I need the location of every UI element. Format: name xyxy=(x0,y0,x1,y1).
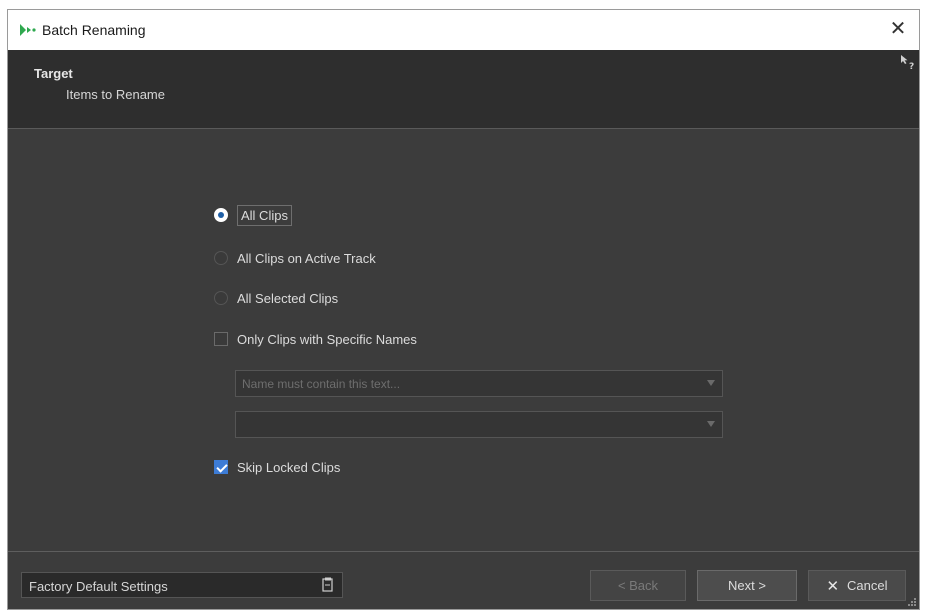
target-options-panel: All Clips All Clips on Active Track All … xyxy=(8,130,919,551)
close-icon[interactable]: ✕ xyxy=(887,18,909,40)
dropdown-arrow-icon xyxy=(707,421,715,427)
only-specific-names-label: Only Clips with Specific Names xyxy=(237,331,417,347)
page-title: Target xyxy=(34,66,73,81)
all-selected-clips-label: All Selected Clips xyxy=(237,290,339,306)
next-button[interactable]: Next > xyxy=(697,570,797,601)
batch-renaming-dialog: Batch Renaming ✕ Target Items to Rename … xyxy=(7,9,920,610)
preset-file-icon[interactable] xyxy=(322,577,334,593)
whats-this-help-icon[interactable]: ? xyxy=(899,54,917,72)
back-button[interactable]: < Back xyxy=(590,570,686,601)
all-clips-active-track-label: All Clips on Active Track xyxy=(237,250,376,266)
checkbox-checked[interactable] xyxy=(214,460,228,474)
skip-locked-clips-label: Skip Locked Clips xyxy=(237,459,341,475)
all-clips-label: All Clips xyxy=(237,204,292,226)
dialog-footer: Factory Default Settings < Back Next > ✕… xyxy=(8,551,919,609)
cancel-label: Cancel xyxy=(847,578,888,593)
name-condition-placeholder: Name must contain this text... xyxy=(242,377,401,391)
checkbox-only-specific-names[interactable]: Only Clips with Specific Names xyxy=(214,328,417,350)
radio-button[interactable] xyxy=(214,251,228,265)
radio-button[interactable] xyxy=(214,291,228,305)
cancel-x-icon: ✕ xyxy=(826,577,840,595)
radio-button-selected[interactable] xyxy=(214,208,228,222)
name-text-combo[interactable] xyxy=(235,411,723,438)
page-subtitle: Items to Rename xyxy=(66,87,165,102)
radio-all-clips-active-track[interactable]: All Clips on Active Track xyxy=(214,247,376,269)
cancel-button[interactable]: ✕ Cancel xyxy=(808,570,906,601)
resize-grip-icon[interactable] xyxy=(907,597,917,607)
app-logo-icon xyxy=(20,24,36,36)
svg-text:?: ? xyxy=(909,62,914,72)
checkbox[interactable] xyxy=(214,332,228,346)
wizard-header: Target Items to Rename ? xyxy=(8,50,919,129)
window-title: Batch Renaming xyxy=(42,22,146,38)
radio-all-selected-clips[interactable]: All Selected Clips xyxy=(214,287,338,309)
preset-selector[interactable]: Factory Default Settings xyxy=(21,572,343,598)
dropdown-arrow-icon xyxy=(707,380,715,386)
checkbox-skip-locked-clips[interactable]: Skip Locked Clips xyxy=(214,456,340,478)
preset-name: Factory Default Settings xyxy=(29,579,168,594)
title-bar: Batch Renaming ✕ xyxy=(8,10,919,50)
name-condition-combo[interactable]: Name must contain this text... xyxy=(235,370,723,397)
radio-all-clips[interactable]: All Clips xyxy=(214,204,292,226)
